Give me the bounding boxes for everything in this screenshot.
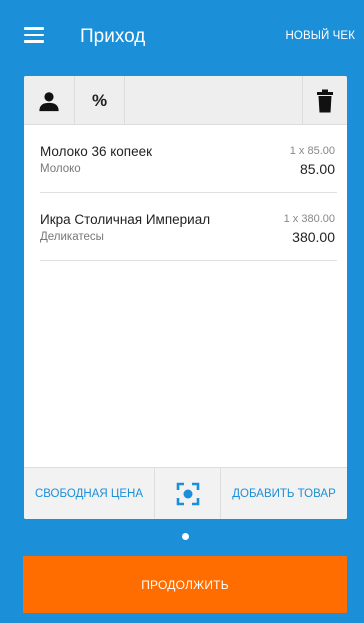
list-item[interactable]: Молоко 36 копеек Молоко 1 x 85.00 85.00 [40,125,337,193]
barcode-scan-icon [176,482,199,506]
receipt-toolbar: % [24,76,347,125]
app-bar: Приход НОВЫЙ ЧЕК [0,0,364,76]
new-check-button[interactable]: НОВЫЙ ЧЕК [286,30,356,42]
person-icon [39,91,59,111]
list-item[interactable]: Икра Столичная Империал Деликатесы 1 x 3… [40,193,337,261]
item-quantity-price: 1 x 85.00 [289,145,335,157]
item-sum: 85.00 [299,161,335,177]
continue-button[interactable]: ПРОДОЛЖИТЬ [23,556,347,613]
page-title: Приход [80,26,146,47]
menu-icon[interactable] [24,27,44,43]
receipt-card: % Молоко 36 копеек Молоко 1 x 85.00 85.0… [24,76,347,519]
item-quantity-price: 1 x 380.00 [283,213,335,225]
toolbar-spacer [125,76,303,125]
item-name: Молоко 36 копеек [40,144,153,159]
item-category: Деликатесы [40,231,104,243]
item-category: Молоко [40,163,81,175]
receipt-items-list: Молоко 36 копеек Молоко 1 x 85.00 85.00 … [24,125,347,261]
receipt-actions-bar: СВОБОДНАЯ ЦЕНА ДОБАВИТЬ ТОВАР [24,467,347,519]
trash-icon [317,89,333,112]
free-price-button[interactable]: СВОБОДНАЯ ЦЕНА [24,468,155,519]
scan-button[interactable] [155,468,221,519]
item-name: Икра Столичная Империал [40,212,211,227]
add-item-button[interactable]: ДОБАВИТЬ ТОВАР [221,468,347,519]
delete-button[interactable] [303,76,347,125]
discount-button[interactable]: % [75,76,125,125]
customer-button[interactable] [24,76,75,125]
page-indicator-dot [182,533,189,540]
item-sum: 380.00 [292,229,335,245]
